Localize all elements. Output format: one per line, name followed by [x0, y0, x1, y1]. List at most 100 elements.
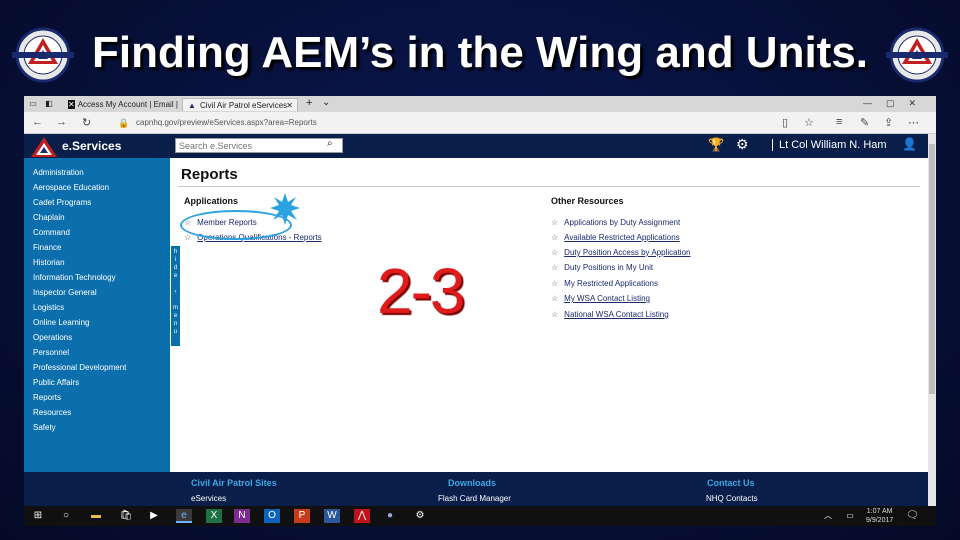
- sidebar-item-administration[interactable]: Administration: [33, 168, 84, 177]
- sidebar-item-operations[interactable]: Operations: [33, 333, 72, 342]
- slide-title: Finding AEM’s in the Wing and Units.: [91, 28, 869, 77]
- sidebar-item-resources[interactable]: Resources: [33, 408, 71, 417]
- star-icon[interactable]: ☆: [551, 218, 558, 227]
- battery-icon[interactable]: ▭: [842, 509, 858, 523]
- trophy-icon[interactable]: 🏆: [708, 137, 724, 153]
- gear-icon[interactable]: ⚙: [736, 136, 749, 153]
- sidebar-item-public-affairs[interactable]: Public Affairs: [33, 378, 79, 387]
- star-icon[interactable]: ☆: [551, 310, 558, 319]
- window-controls[interactable]: —▢✕: [863, 98, 930, 109]
- link-applications-by-duty-assignment[interactable]: ☆ Applications by Duty Assignment: [551, 218, 680, 227]
- star-icon[interactable]: ☆: [551, 233, 558, 242]
- windows-start-icon[interactable]: ⊞: [30, 509, 46, 523]
- link-my-wsa-contact-listing[interactable]: ☆ My WSA Contact Listing: [551, 294, 650, 303]
- footer-link-eservices[interactable]: eServices: [191, 494, 226, 503]
- outlook-icon[interactable]: O: [264, 509, 280, 523]
- sidebar-item-inspector-general[interactable]: Inspector General: [33, 288, 97, 297]
- tab-eservices[interactable]: ▲ Civil Air Patrol eServices ✕: [182, 98, 298, 111]
- eservices-header: e.Services ⌕ 🏆 ⚙ Lt Col William N. Ham 👤: [24, 134, 928, 158]
- cap-icon: ▲: [188, 100, 196, 110]
- settings-gear-icon[interactable]: ⚙: [412, 509, 428, 523]
- footer-link-nhq-contacts[interactable]: NHQ Contacts: [706, 494, 758, 503]
- tab-list-icon[interactable]: ▭: [28, 99, 38, 108]
- hide-menu-toggle[interactable]: h i d e ‹ m e n u: [171, 246, 180, 346]
- main-content: Reports Applications ☆ Member Reports ☆ Op…: [170, 158, 928, 472]
- acrobat-icon[interactable]: ⋀: [354, 509, 370, 523]
- tab-menu-button[interactable]: ⌄: [322, 97, 330, 108]
- page-title: Reports: [181, 166, 238, 183]
- windows-taskbar: ⊞ ○ ▬ 🛍 ▶ e X N O P W ⋀ ● ⚙ ︿ ▭ 1:07 AM …: [24, 506, 936, 526]
- sidebar-item-historian[interactable]: Historian: [33, 258, 65, 267]
- refresh-icon[interactable]: ↻: [82, 116, 91, 129]
- show-hidden-icons-chevron-icon[interactable]: ︿: [820, 509, 836, 523]
- page-scrollbar[interactable]: [928, 134, 936, 506]
- sidebar-item-personnel[interactable]: Personnel: [33, 348, 69, 357]
- link-my-restricted-applications[interactable]: ☆ My Restricted Applications: [551, 279, 658, 288]
- tab-back-icon[interactable]: ◧: [44, 99, 54, 108]
- hub-icon[interactable]: ≡: [836, 116, 842, 128]
- search-input[interactable]: [175, 138, 343, 153]
- more-icon[interactable]: ⋯: [908, 116, 919, 129]
- sidebar-item-aerospace-education[interactable]: Aerospace Education: [33, 183, 109, 192]
- cap-logo-right: [886, 27, 948, 83]
- scrollbar-thumb[interactable]: [929, 144, 935, 394]
- media-player-icon[interactable]: ▶: [146, 509, 162, 523]
- star-icon[interactable]: ☆: [551, 279, 558, 288]
- sidebar-item-logistics[interactable]: Logistics: [33, 303, 64, 312]
- link-duty-position-access-by-application[interactable]: ☆ Duty Position Access by Application: [551, 248, 690, 257]
- back-arrow-icon[interactable]: ←: [32, 116, 43, 128]
- cortana-icon[interactable]: ○: [58, 509, 74, 523]
- new-tab-button[interactable]: +: [306, 97, 312, 109]
- excel-icon[interactable]: X: [206, 509, 222, 523]
- notifications-icon[interactable]: 🗨: [906, 510, 919, 521]
- star-icon[interactable]: ☆: [184, 233, 191, 242]
- file-explorer-icon[interactable]: ▬: [88, 509, 104, 523]
- reading-view-icon[interactable]: ▯: [782, 116, 788, 129]
- url-field[interactable]: capnhq.gov/preview/eServices.aspx?area=R…: [136, 118, 317, 127]
- user-icon[interactable]: 👤: [902, 137, 917, 151]
- star-icon[interactable]: ☆: [551, 294, 558, 303]
- sidebar-item-chaplain[interactable]: Chaplain: [33, 213, 65, 222]
- sidebar-item-information-technology[interactable]: Information Technology: [33, 273, 116, 282]
- star-icon[interactable]: ☆: [551, 248, 558, 257]
- sidebar: Administration Aerospace Education Cadet…: [24, 158, 170, 472]
- powerpoint-icon[interactable]: P: [294, 509, 310, 523]
- sidebar-item-professional-development[interactable]: Professional Development: [33, 363, 126, 372]
- star-icon[interactable]: ☆: [551, 263, 558, 272]
- link-available-restricted-applications[interactable]: ☆ Available Restricted Applications: [551, 233, 680, 242]
- browser-tab-bar: ▭ ◧ ✕ Access My Account | Email | ▲ Civi…: [24, 96, 936, 112]
- x-icon: ✕: [68, 100, 75, 109]
- eservices-brand[interactable]: e.Services: [62, 139, 121, 153]
- sidebar-item-command[interactable]: Command: [33, 228, 70, 237]
- user-name[interactable]: Lt Col William N. Ham: [772, 139, 887, 151]
- sidebar-item-online-learning[interactable]: Online Learning: [33, 318, 89, 327]
- search-icon[interactable]: ⌕: [327, 138, 333, 149]
- address-bar: ← → ↻ 🔒 capnhq.gov/preview/eServices.asp…: [24, 112, 936, 134]
- applications-heading: Applications: [184, 196, 239, 206]
- footer-heading-contact-us: Contact Us: [707, 478, 755, 488]
- close-tab-icon[interactable]: ✕: [286, 101, 293, 110]
- edge-browser-icon[interactable]: e: [176, 509, 192, 523]
- link-duty-positions-in-my-unit[interactable]: ☆ Duty Positions in My Unit: [551, 263, 653, 272]
- browser-screenshot: ▭ ◧ ✕ Access My Account | Email | ▲ Civi…: [24, 96, 936, 526]
- onenote-icon[interactable]: N: [234, 509, 250, 523]
- sidebar-item-cadet-programs[interactable]: Cadet Programs: [33, 198, 91, 207]
- tab-email[interactable]: ✕ Access My Account | Email |: [64, 98, 178, 111]
- other-resources-heading: Other Resources: [551, 196, 624, 206]
- paint-icon[interactable]: ●: [382, 509, 398, 523]
- favorite-star-icon[interactable]: ☆: [804, 116, 814, 129]
- notes-pen-icon[interactable]: ✎: [860, 116, 869, 129]
- link-national-wsa-contact-listing[interactable]: ☆ National WSA Contact Listing: [551, 310, 669, 319]
- title-divider: [178, 186, 920, 187]
- cap-triangle-icon: [31, 137, 57, 157]
- sidebar-item-finance[interactable]: Finance: [33, 243, 61, 252]
- store-icon[interactable]: 🛍: [118, 509, 134, 523]
- taskbar-clock[interactable]: 1:07 AM 9/9/2017: [866, 507, 893, 525]
- share-icon[interactable]: ⇪: [884, 116, 893, 129]
- sidebar-item-safety[interactable]: Safety: [33, 423, 56, 432]
- footer-heading-downloads: Downloads: [448, 478, 497, 488]
- word-icon[interactable]: W: [324, 509, 340, 523]
- sidebar-item-reports[interactable]: Reports: [33, 393, 61, 402]
- forward-arrow-icon[interactable]: →: [56, 116, 67, 128]
- footer-link-flash-card-manager[interactable]: Flash Card Manager: [438, 494, 511, 503]
